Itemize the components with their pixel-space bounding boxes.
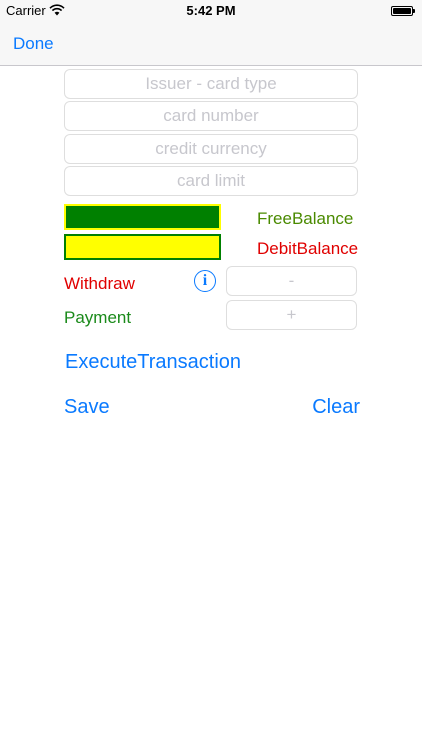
status-bar: Carrier 5:42 PM bbox=[0, 0, 422, 22]
credit-currency-field[interactable]: credit currency bbox=[64, 134, 358, 164]
card-limit-field[interactable]: card limit bbox=[64, 166, 358, 196]
done-button[interactable]: Done bbox=[13, 34, 54, 54]
clear-button[interactable]: Clear bbox=[312, 396, 360, 419]
battery-icon bbox=[391, 6, 415, 16]
clock: 5:42 PM bbox=[186, 3, 236, 18]
save-button[interactable]: Save bbox=[64, 396, 110, 419]
withdraw-amount-field[interactable]: - bbox=[226, 266, 357, 296]
execute-transaction-button[interactable]: ExecuteTransaction bbox=[65, 351, 241, 374]
debit-balance-indicator bbox=[64, 234, 221, 260]
payment-amount-field[interactable]: + bbox=[226, 300, 357, 330]
free-balance-label: FreeBalance bbox=[257, 209, 354, 228]
withdraw-label: Withdraw bbox=[64, 274, 135, 293]
navigation-bar: Done bbox=[0, 22, 422, 66]
info-icon[interactable]: i bbox=[194, 270, 216, 292]
free-balance-indicator bbox=[64, 204, 221, 230]
payment-label: Payment bbox=[64, 308, 132, 327]
card-number-field[interactable]: card number bbox=[64, 101, 358, 131]
debit-balance-label: DebitBalance bbox=[257, 239, 359, 258]
issuer-card-type-field[interactable]: Issuer - card type bbox=[64, 69, 358, 99]
